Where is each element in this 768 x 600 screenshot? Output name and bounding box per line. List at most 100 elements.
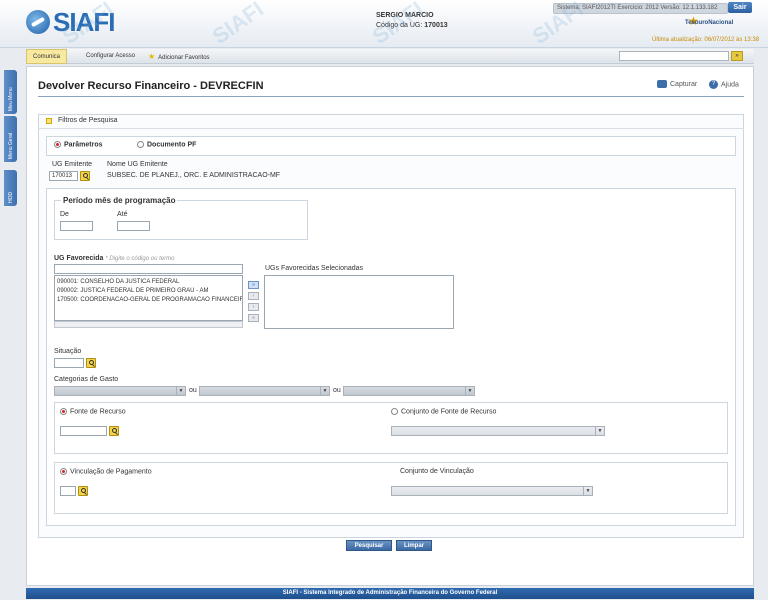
- menu-item-label: Configurar Acesso: [86, 53, 136, 59]
- list-item[interactable]: 170500: COORDENACAO-GERAL DE PROGRAMACAO…: [57, 296, 242, 305]
- conjunto-fonte-select[interactable]: ▼: [391, 426, 605, 436]
- menu-item-label: Comunica: [33, 54, 61, 60]
- radio-indicator: [60, 468, 67, 475]
- ug-favorecida-list[interactable]: 090001: CONSELHO DA JUSTICA FEDERAL 0900…: [54, 275, 243, 321]
- chevron-down-icon: ▼: [465, 387, 474, 395]
- categoria-select-2[interactable]: ▼: [199, 386, 330, 396]
- nome-ug-label: Nome UG Emitente: [107, 161, 168, 168]
- help-icon: ?: [709, 80, 718, 89]
- fonte-input[interactable]: [60, 426, 107, 436]
- help-label: Ajuda: [721, 81, 739, 89]
- footer: SIAFI - Sistema Integrado de Administraç…: [26, 588, 754, 599]
- nome-ug-value: SUBSEC. DE PLANEJ., ORC. E ADMINISTRACAO…: [107, 172, 281, 179]
- sidetab-menu-geral[interactable]: Menu Geral: [4, 116, 17, 162]
- ug-emitente-label: UG Emitente: [52, 161, 93, 168]
- page-title: Devolver Recurso Financeiro - DEVRECFIN: [38, 80, 264, 92]
- fonte-search-icon[interactable]: [109, 426, 119, 436]
- radio-conjunto-fonte[interactable]: Conjunto de Fonte de Recurso: [391, 408, 496, 415]
- menu-item-label: Adicionar Favoritos: [158, 55, 210, 61]
- star-icon: ★: [148, 52, 156, 61]
- radio-label: Fonte de Recurso: [70, 408, 126, 416]
- periodo-label: Período mês de programação: [61, 196, 178, 205]
- menu-item-adicionar-favoritos[interactable]: ★ Adicionar Favoritos: [142, 49, 216, 64]
- logout-button[interactable]: Sair: [728, 2, 752, 13]
- capture-label: Capturar: [670, 80, 698, 88]
- radio-label: Documento PF: [147, 141, 197, 149]
- treasury-logo-text: TesouroNacional: [685, 20, 734, 26]
- ugs-selecionadas-list[interactable]: [264, 275, 454, 329]
- chevron-down-icon: ▼: [320, 387, 329, 395]
- sidetab-hod[interactable]: HOD: [4, 170, 17, 206]
- system-info: Sistema: SIAFI2012TI Exercício: 2012 Ver…: [553, 3, 728, 14]
- ou-label: ou: [189, 387, 197, 394]
- situacao-input[interactable]: [54, 358, 84, 368]
- sidetab-meu-menu[interactable]: Meu Menu: [4, 70, 17, 114]
- ate-input[interactable]: [117, 221, 150, 231]
- radio-label: Conjunto de Fonte de Recurso: [401, 408, 497, 416]
- ou-label: ou: [333, 387, 341, 394]
- ate-label: Até: [117, 211, 128, 218]
- ug-favorecida-label: UG Favorecida * Digite o código ou termo: [54, 255, 174, 262]
- radio-parametros[interactable]: Parâmetros: [54, 141, 103, 148]
- menu-item-configurar-acesso[interactable]: Configurar Acesso: [80, 49, 141, 64]
- list-item[interactable]: 090002: JUSTICA FEDERAL DE PRIMEIRO GRAU…: [57, 287, 240, 296]
- situacao-label: Situação: [54, 348, 82, 355]
- radio-indicator: [54, 141, 61, 148]
- user-name: SERGIO MARCIO: [376, 12, 434, 19]
- menu-search-button[interactable]: »: [731, 51, 743, 61]
- conjunto-vinculacao-label: Conjunto de Vinculação: [400, 468, 474, 475]
- capture-button[interactable]: Capturar: [657, 80, 697, 88]
- ugs-selecionadas-label: UGs Favorecidas Selecionadas: [265, 265, 364, 272]
- radio-vinculacao[interactable]: Vinculação de Pagamento: [60, 468, 152, 475]
- chevron-down-icon: ▼: [583, 487, 592, 495]
- list-item[interactable]: 090001: CONSELHO DA JUSTICA FEDERAL: [57, 278, 240, 287]
- siafi-globe-icon: [26, 10, 50, 34]
- radio-label: Vinculação de Pagamento: [70, 468, 152, 476]
- menu-search-input[interactable]: [619, 51, 729, 61]
- collapse-icon: [46, 118, 52, 124]
- camera-icon: [657, 80, 667, 88]
- ug-favorecida-title: UG Favorecida: [54, 255, 104, 262]
- search-button[interactable]: Pesquisar: [346, 540, 392, 551]
- move-all-right-button[interactable]: »: [248, 281, 259, 289]
- radio-indicator: [60, 408, 67, 415]
- chevron-down-icon: ▼: [176, 387, 185, 395]
- user-info: SERGIO MARCIO Código da UG: 170013: [376, 11, 448, 31]
- radio-documento-pf[interactable]: Documento PF: [137, 141, 196, 148]
- filter-header[interactable]: Filtros de Pesquisa: [38, 114, 744, 129]
- filter-heading: Filtros de Pesquisa: [58, 117, 118, 124]
- menu-item-comunica[interactable]: Comunica: [26, 49, 68, 64]
- de-label: De: [60, 211, 69, 218]
- vinculacao-search-icon[interactable]: [78, 486, 88, 496]
- logo-text: SIAFI: [53, 7, 115, 37]
- conjunto-vinculacao-select[interactable]: ▼: [391, 486, 593, 496]
- list-horizontal-scrollbar[interactable]: [54, 321, 243, 328]
- categoria-select-3[interactable]: ▼: [343, 386, 475, 396]
- siafi-logo: SIAFI: [26, 7, 115, 37]
- move-all-left-button[interactable]: «: [248, 314, 259, 322]
- sidetab-label: Menu Geral: [8, 132, 14, 159]
- clear-button[interactable]: Limpar: [396, 540, 432, 551]
- ug-emitente-input[interactable]: 170013: [49, 171, 78, 181]
- radio-indicator: [137, 141, 144, 148]
- sidetab-label: HOD: [8, 191, 14, 203]
- last-update: Última atualização: 06/07/2012 às 13:38: [652, 37, 760, 43]
- sidetab-label: Meu Menu: [8, 87, 14, 111]
- title-divider: [38, 96, 744, 97]
- ug-code-label: Código da UG:: [376, 22, 423, 29]
- move-right-button[interactable]: ›: [248, 292, 259, 300]
- move-left-button[interactable]: ‹: [248, 303, 259, 311]
- de-input[interactable]: [60, 221, 93, 231]
- categoria-select-1[interactable]: ▼: [54, 386, 186, 396]
- ug-emitente-search-icon[interactable]: [80, 171, 90, 181]
- radio-indicator: [391, 408, 398, 415]
- ug-favorecida-input[interactable]: [54, 264, 243, 274]
- help-button[interactable]: ? Ajuda: [709, 80, 739, 89]
- categorias-label: Categorias de Gasto: [54, 376, 119, 383]
- vinculacao-input[interactable]: [60, 486, 76, 496]
- situacao-search-icon[interactable]: [86, 358, 96, 368]
- periodo-group: [54, 200, 308, 240]
- radio-label: Parâmetros: [64, 141, 103, 149]
- radio-fonte-recurso[interactable]: Fonte de Recurso: [60, 408, 126, 415]
- ug-favorecida-hint: * Digite o código ou termo: [105, 256, 175, 262]
